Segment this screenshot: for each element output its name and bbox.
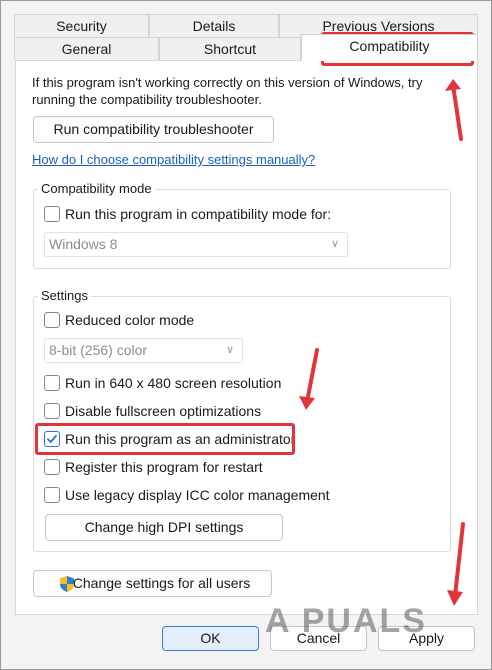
run-troubleshooter-button[interactable]: Run compatibility troubleshooter — [33, 116, 274, 143]
reduced-color-checkbox[interactable] — [44, 312, 60, 328]
tab-details[interactable]: Details — [149, 14, 279, 37]
tab-security[interactable]: Security — [14, 14, 149, 37]
compat-os-select[interactable]: Windows 8 ∨ — [44, 232, 348, 257]
res-640-label: Run in 640 x 480 screen resolution — [65, 375, 282, 391]
run-as-admin-label: Run this program as an administrator — [65, 431, 296, 447]
compatibility-mode-label: Compatibility mode — [38, 181, 155, 196]
compatibility-mode-group — [33, 189, 451, 269]
fullscreen-opt-row[interactable]: Disable fullscreen optimizations — [44, 401, 261, 421]
run-as-admin-checkbox[interactable] — [44, 431, 60, 447]
res-640-row[interactable]: Run in 640 x 480 screen resolution — [44, 373, 281, 393]
compat-mode-checkbox-row[interactable]: Run this program in compatibility mode f… — [44, 204, 331, 224]
change-dpi-button[interactable]: Change high DPI settings — [45, 514, 283, 541]
intro-line-2: running the compatibility troubleshooter… — [32, 92, 262, 107]
fullscreen-opt-checkbox[interactable] — [44, 403, 60, 419]
compat-os-select-value: Windows 8 — [49, 236, 118, 252]
properties-dialog: Security Details Previous Versions Gener… — [0, 0, 492, 670]
tab-general[interactable]: General — [14, 37, 159, 60]
compat-mode-checkbox[interactable] — [44, 206, 60, 222]
res-640-checkbox[interactable] — [44, 375, 60, 391]
tab-shortcut[interactable]: Shortcut — [159, 37, 301, 60]
help-link[interactable]: How do I choose compatibility settings m… — [32, 152, 315, 167]
legacy-icc-row[interactable]: Use legacy display ICC color management — [44, 485, 330, 505]
reduced-color-label: Reduced color mode — [65, 312, 195, 328]
register-restart-checkbox[interactable] — [44, 459, 60, 475]
color-depth-select[interactable]: 8-bit (256) color ∨ — [44, 338, 243, 363]
run-as-admin-row[interactable]: Run this program as an administrator — [44, 429, 295, 449]
settings-label: Settings — [38, 288, 91, 303]
legacy-icc-label: Use legacy display ICC color management — [65, 487, 330, 503]
cancel-button[interactable]: Cancel — [270, 626, 367, 651]
change-all-users-label: Change settings for all users — [72, 575, 251, 591]
tab-compatibility[interactable]: Compatibility — [301, 34, 478, 61]
compat-mode-checkbox-label: Run this program in compatibility mode f… — [65, 206, 332, 222]
checkmark-icon — [47, 434, 57, 443]
fullscreen-opt-label: Disable fullscreen optimizations — [65, 403, 262, 419]
chevron-down-icon: ∨ — [225, 344, 234, 356]
register-restart-row[interactable]: Register this program for restart — [44, 457, 263, 477]
color-depth-select-value: 8-bit (256) color — [49, 342, 148, 358]
intro-line-1: If this program isn't working correctly … — [32, 75, 423, 90]
uac-shield-icon — [60, 576, 74, 592]
reduced-color-row[interactable]: Reduced color mode — [44, 310, 194, 330]
change-all-users-button[interactable]: Change settings for all users — [33, 570, 272, 597]
chevron-down-icon: ∨ — [330, 238, 339, 250]
register-restart-label: Register this program for restart — [65, 459, 263, 475]
legacy-icc-checkbox[interactable] — [44, 487, 60, 503]
apply-button[interactable]: Apply — [378, 626, 475, 651]
ok-button[interactable]: OK — [162, 626, 259, 651]
